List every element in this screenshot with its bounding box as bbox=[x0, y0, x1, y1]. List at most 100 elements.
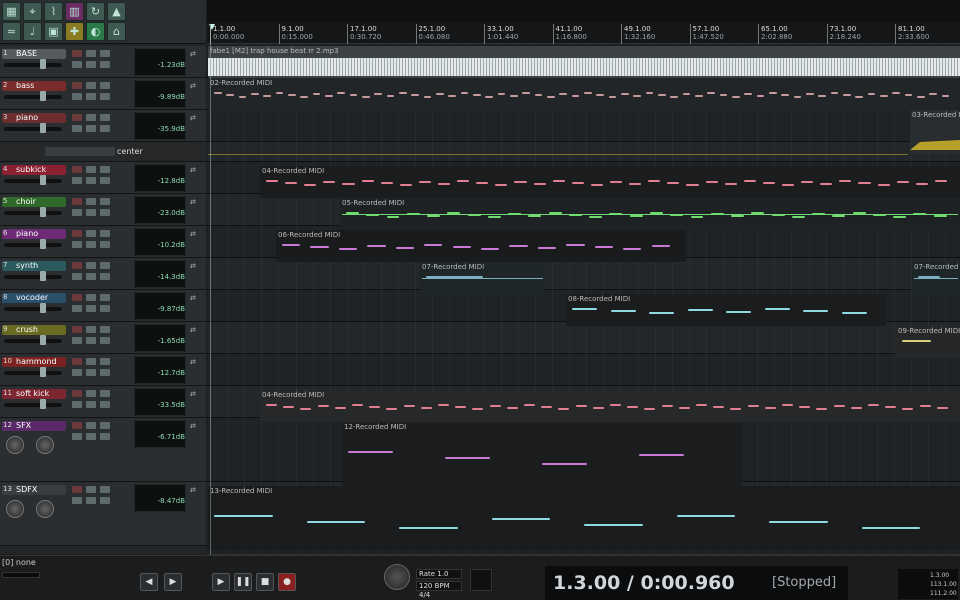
track-header[interactable]: bass 2 -9.89dB ⇄ bbox=[0, 78, 206, 110]
track-lane[interactable] bbox=[207, 142, 960, 162]
media-item[interactable]: 12-Recorded MIDI bbox=[342, 422, 742, 486]
volume-fader-handle[interactable] bbox=[40, 207, 46, 217]
monitor-button[interactable] bbox=[86, 50, 96, 57]
routing-icon[interactable]: ⇄ bbox=[190, 166, 196, 174]
monitor-button[interactable] bbox=[86, 422, 96, 429]
volume-fader[interactable] bbox=[4, 127, 62, 131]
track-header[interactable]: crush 9 -1.65dB ⇄ bbox=[0, 322, 206, 354]
stop-button[interactable]: ■ bbox=[256, 573, 274, 591]
mute-button[interactable] bbox=[100, 262, 110, 269]
rate-field[interactable]: Rate 1.0 bbox=[416, 569, 462, 579]
fx-button[interactable] bbox=[86, 93, 96, 100]
monitor-button[interactable] bbox=[86, 358, 96, 365]
track-name[interactable]: piano bbox=[2, 229, 66, 239]
phase-button[interactable] bbox=[100, 273, 110, 280]
solo-button[interactable] bbox=[72, 93, 82, 100]
volume-fader[interactable] bbox=[4, 95, 62, 99]
mute-button[interactable] bbox=[100, 326, 110, 333]
media-item[interactable]: fabe1 [M2] trap house beat rr 2.mp3 bbox=[208, 46, 960, 78]
record-arm-button[interactable] bbox=[72, 166, 82, 173]
automation-envelope[interactable] bbox=[910, 140, 960, 150]
phase-button[interactable] bbox=[100, 177, 110, 184]
mute-button[interactable] bbox=[100, 166, 110, 173]
volume-fader[interactable] bbox=[4, 371, 62, 375]
media-item[interactable]: 05-Recorded MIDI bbox=[340, 198, 960, 230]
phase-button[interactable] bbox=[100, 433, 110, 440]
track-name[interactable]: vocoder bbox=[2, 293, 66, 303]
routing-icon[interactable]: ⇄ bbox=[190, 326, 196, 334]
track-header[interactable]: BASE 1 -1.23dB ⇄ bbox=[0, 46, 206, 78]
media-item[interactable]: 04-Recorded MIDI bbox=[260, 166, 960, 198]
volume-fader[interactable] bbox=[4, 63, 62, 67]
pan-slider[interactable] bbox=[45, 147, 115, 156]
track-name[interactable]: BASE bbox=[2, 49, 66, 59]
fx-button[interactable] bbox=[86, 209, 96, 216]
volume-fader-handle[interactable] bbox=[40, 399, 46, 409]
track-header[interactable]: center bbox=[0, 142, 206, 162]
pan-knob[interactable] bbox=[36, 436, 54, 454]
grid-icon[interactable]: ▦ bbox=[2, 2, 21, 21]
record-arm-button[interactable] bbox=[72, 358, 82, 365]
solo-button[interactable] bbox=[72, 401, 82, 408]
solo-button[interactable] bbox=[72, 497, 82, 504]
volume-fader[interactable] bbox=[4, 243, 62, 247]
media-item[interactable]: 04-Recorded MIDI bbox=[260, 390, 960, 422]
fx-button[interactable] bbox=[86, 125, 96, 132]
volume-fader-handle[interactable] bbox=[40, 175, 46, 185]
phase-button[interactable] bbox=[100, 401, 110, 408]
mute-button[interactable] bbox=[100, 114, 110, 121]
metronome-icon[interactable]: ▲ bbox=[107, 2, 126, 21]
phase-button[interactable] bbox=[100, 305, 110, 312]
volume-fader[interactable] bbox=[4, 403, 62, 407]
ripple-icon[interactable]: ≈ bbox=[2, 22, 21, 41]
mute-button[interactable] bbox=[100, 422, 110, 429]
routing-icon[interactable]: ⇄ bbox=[190, 50, 196, 58]
volume-fader-handle[interactable] bbox=[40, 271, 46, 281]
volume-fader[interactable] bbox=[4, 275, 62, 279]
track-header[interactable]: hammond 10 -12.7dB ⇄ bbox=[0, 354, 206, 386]
media-item[interactable]: 06-Recorded MIDI bbox=[276, 230, 686, 262]
volume-fader-handle[interactable] bbox=[40, 335, 46, 345]
cross-icon[interactable]: ✚ bbox=[65, 22, 84, 41]
routing-icon[interactable]: ⇄ bbox=[190, 358, 196, 366]
routing-icon[interactable]: ⇄ bbox=[190, 486, 196, 494]
tempo-icon[interactable]: ♩ bbox=[23, 22, 42, 41]
volume-fader[interactable] bbox=[4, 179, 62, 183]
monitor-button[interactable] bbox=[86, 230, 96, 237]
track-header[interactable]: SDFX 13 -8.47dB ⇄ bbox=[0, 482, 206, 546]
volume-fader-handle[interactable] bbox=[40, 123, 46, 133]
record-mode-toggles[interactable] bbox=[300, 573, 330, 591]
monitor-button[interactable] bbox=[86, 166, 96, 173]
track-header[interactable]: choir 5 -23.0dB ⇄ bbox=[0, 194, 206, 226]
monitor-button[interactable] bbox=[86, 326, 96, 333]
track-lane[interactable] bbox=[207, 322, 960, 354]
track-name[interactable]: synth bbox=[2, 261, 66, 271]
record-arm-button[interactable] bbox=[72, 50, 82, 57]
volume-fader[interactable] bbox=[4, 339, 62, 343]
routing-icon[interactable]: ⇄ bbox=[190, 262, 196, 270]
monitor-button[interactable] bbox=[86, 486, 96, 493]
tempo-field[interactable]: 120 BPM 4/4 bbox=[416, 581, 462, 599]
volume-knob[interactable] bbox=[6, 500, 24, 518]
solo-button[interactable] bbox=[72, 433, 82, 440]
master-volume-knob[interactable] bbox=[384, 564, 410, 590]
volume-fader-handle[interactable] bbox=[40, 367, 46, 377]
record-arm-button[interactable] bbox=[72, 198, 82, 205]
record-arm-button[interactable] bbox=[72, 82, 82, 89]
routing-icon[interactable]: ⇄ bbox=[190, 230, 196, 238]
go-to-start-button[interactable]: ◀ bbox=[140, 573, 158, 591]
track-name[interactable]: piano bbox=[2, 113, 66, 123]
volume-fader-handle[interactable] bbox=[40, 303, 46, 313]
pause-button[interactable]: ❚❚ bbox=[234, 573, 252, 591]
track-lane[interactable] bbox=[207, 354, 960, 386]
record-arm-button[interactable] bbox=[72, 294, 82, 301]
loop-icon[interactable]: ↻ bbox=[86, 2, 105, 21]
solo-button[interactable] bbox=[72, 241, 82, 248]
fx-button[interactable] bbox=[86, 369, 96, 376]
mute-button[interactable] bbox=[100, 358, 110, 365]
mute-button[interactable] bbox=[100, 294, 110, 301]
track-header[interactable]: SFX 12 -6.71dB ⇄ bbox=[0, 418, 206, 482]
mixer-icon[interactable]: ▥ bbox=[65, 2, 84, 21]
fx-button[interactable] bbox=[86, 241, 96, 248]
phase-button[interactable] bbox=[100, 61, 110, 68]
